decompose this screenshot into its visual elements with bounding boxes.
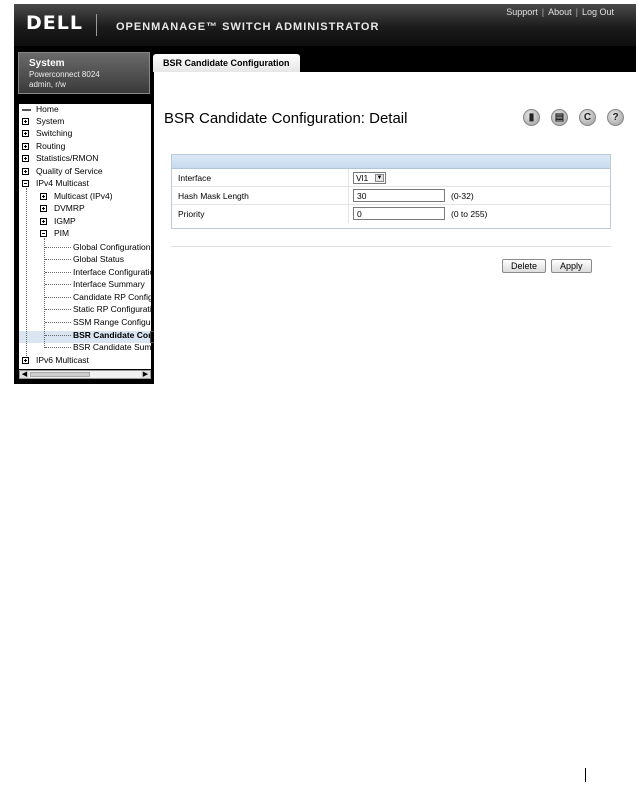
save-icon[interactable]: ▮ [523, 109, 540, 126]
help-icon[interactable]: ? [607, 109, 624, 126]
bsr-form-table: Interface Vl1 ▼ Hash Mask Length (0-32) … [171, 154, 611, 229]
home-icon [22, 109, 31, 111]
tree-item-routing[interactable]: Routing [36, 141, 65, 151]
scroll-left-icon[interactable]: ◀ [20, 371, 29, 378]
tree-item-bsr-candidate-configuration[interactable]: BSR Candidate Configuration [73, 330, 151, 340]
tree-line [45, 247, 71, 248]
tree-line [45, 297, 71, 298]
tree-line [45, 259, 71, 260]
system-model: Powerconnect 8024 [29, 70, 100, 79]
scroll-right-icon[interactable]: ▶ [141, 371, 150, 378]
tree-item-pim[interactable]: PIM [54, 228, 69, 238]
tab-strip: BSR Candidate Configuration [151, 52, 636, 72]
system-user: admin, r/w [29, 80, 66, 89]
tree-line [45, 284, 71, 285]
apply-button[interactable]: Apply [551, 259, 592, 273]
expand-icon[interactable] [22, 118, 29, 125]
form-separator [171, 246, 611, 247]
tree-item-bsr-candidate-summary[interactable]: BSR Candidate Summary [73, 342, 151, 352]
expand-icon[interactable] [40, 218, 47, 225]
tree-line [45, 335, 71, 336]
expand-icon[interactable] [40, 193, 47, 200]
tree-line [44, 238, 45, 348]
expand-icon[interactable] [22, 168, 29, 175]
header-bar: DELL OPENMANAGE™ SWITCH ADMINISTRATOR Su… [14, 4, 636, 46]
interface-label: Interface [178, 173, 212, 183]
tree-item-qos[interactable]: Quality of Service [36, 166, 103, 176]
tree-item-global-status[interactable]: Global Status [73, 254, 124, 264]
delete-button[interactable]: Delete [502, 259, 547, 273]
tree-line [45, 322, 71, 323]
nav-tree: Home System Switching Routing Statistics… [19, 104, 151, 369]
hash-mask-length-input[interactable] [353, 189, 445, 202]
tree-item-static-rp-configuration[interactable]: Static RP Configuration [73, 304, 151, 314]
tree-horizontal-scrollbar[interactable]: ◀ ▶ [19, 370, 151, 379]
tree-item-statistics[interactable]: Statistics/RMON [36, 153, 98, 163]
expand-icon[interactable] [40, 205, 47, 212]
tree-item-ssm-range-configuration[interactable]: SSM Range Configuration [73, 317, 151, 327]
hash-mask-length-label: Hash Mask Length [178, 191, 249, 201]
tree-item-ipv6-multicast[interactable]: IPv6 Multicast [36, 355, 89, 365]
system-info: System Powerconnect 8024 admin, r/w [18, 52, 150, 94]
tree-item-ipv4-multicast[interactable]: IPv4 Multicast [36, 178, 89, 188]
collapse-icon[interactable] [22, 180, 29, 187]
app-window: DELL OPENMANAGE™ SWITCH ADMINISTRATOR Su… [14, 4, 636, 384]
header-divider [96, 14, 97, 36]
collapse-icon[interactable] [40, 230, 47, 237]
priority-label: Priority [178, 209, 205, 219]
tree-line [26, 188, 27, 358]
form-row-hash-mask-length: Hash Mask Length (0-32) [172, 187, 610, 205]
expand-icon[interactable] [22, 130, 29, 137]
tree-line [45, 272, 71, 273]
tree-item-switching[interactable]: Switching [36, 128, 72, 138]
page-margin-marker [585, 768, 586, 782]
content-panel: BSR Candidate Configuration: Detail ▮ ▤ … [154, 72, 636, 384]
left-panel: System Powerconnect 8024 admin, r/w Home… [14, 52, 156, 384]
about-link[interactable]: About [548, 7, 572, 17]
tree-item-dvmrp[interactable]: DVMRP [54, 203, 85, 213]
interface-select[interactable]: Vl1 ▼ [353, 172, 386, 184]
refresh-icon[interactable]: C [579, 109, 596, 126]
form-row-interface: Interface Vl1 ▼ [172, 169, 610, 187]
tree-item-global-configuration[interactable]: Global Configuration [73, 242, 151, 252]
page-title: BSR Candidate Configuration: Detail [164, 110, 408, 127]
priority-range: (0 to 255) [451, 209, 488, 219]
form-header [172, 155, 610, 169]
tree-item-multicast-ipv4[interactable]: Multicast (IPv4) [54, 191, 113, 201]
tree-item-interface-summary[interactable]: Interface Summary [73, 279, 145, 289]
product-name: OPENMANAGE™ SWITCH ADMINISTRATOR [116, 21, 380, 33]
interface-select-value: Vl1 [356, 173, 369, 183]
hash-mask-length-range: (0-32) [451, 191, 474, 201]
expand-icon[interactable] [22, 357, 29, 364]
chevron-down-icon[interactable]: ▼ [375, 174, 384, 182]
expand-icon[interactable] [22, 143, 29, 150]
dell-logo: DELL [26, 12, 83, 34]
tree-item-candidate-rp-configuration[interactable]: Candidate RP Configuration [73, 292, 151, 302]
print-icon[interactable]: ▤ [551, 109, 568, 126]
system-title: System [29, 58, 65, 69]
tree-line [45, 309, 71, 310]
tab-bsr-candidate-configuration[interactable]: BSR Candidate Configuration [153, 54, 300, 72]
tree-item-home[interactable]: Home [36, 104, 59, 114]
logout-link[interactable]: Log Out [582, 7, 614, 17]
tree-item-interface-configuration[interactable]: Interface Configuration [73, 267, 151, 277]
form-row-priority: Priority (0 to 255) [172, 205, 610, 223]
tree-line [45, 347, 71, 348]
scroll-thumb[interactable] [30, 372, 90, 377]
expand-icon[interactable] [22, 155, 29, 162]
top-links: Support | About | Log Out [506, 7, 614, 17]
tree-item-igmp[interactable]: IGMP [54, 216, 76, 226]
support-link[interactable]: Support [506, 7, 538, 17]
tree-item-system[interactable]: System [36, 116, 64, 126]
priority-input[interactable] [353, 207, 445, 220]
